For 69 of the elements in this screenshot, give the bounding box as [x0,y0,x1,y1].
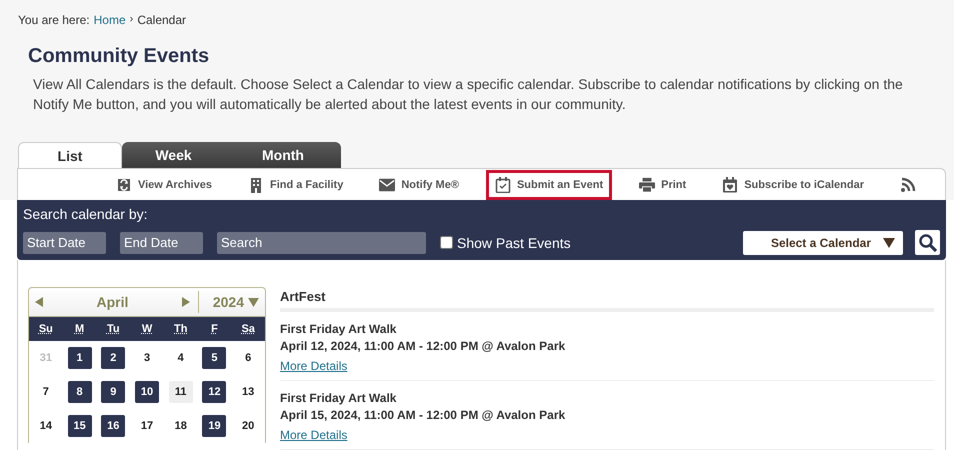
more-details-link[interactable]: More Details [280,428,348,442]
start-date-field[interactable]: Start Date [23,232,106,254]
weekday-label: M [74,323,86,335]
weekday-label: Sa [240,323,256,335]
search-heading: Search calendar by: [23,206,149,222]
caret-icon [248,298,259,306]
event-day[interactable]: 1 [68,347,92,369]
event-title: First Friday Art Walk [280,390,398,407]
breadcrumb-current: Calendar [137,13,186,27]
weekday-label: Tu [106,323,121,335]
calendar-day: 20 [236,415,260,437]
event-day[interactable]: 10 [135,381,160,403]
calendar-name: ArtFest [280,287,934,312]
breadcrumb-link[interactable]: Home [94,13,126,27]
calendar-check-icon [494,176,511,192]
event-day[interactable]: 9 [101,381,126,403]
year-select[interactable]: 2024 [198,291,259,313]
toolbar-link[interactable]: Submit an Event [486,170,612,200]
calendar-day: 7 [34,381,58,403]
page-title: Community Events [28,45,210,68]
search-field[interactable]: Search [217,232,426,254]
month-name: April [95,294,130,310]
calendar-day: 18 [168,415,193,437]
weekday-label: Th [173,323,188,335]
event-day[interactable]: 5 [202,347,226,369]
event-day[interactable]: 8 [68,381,92,403]
more-details-link[interactable]: More Details [280,359,348,373]
weekday-label: F [210,323,219,335]
envelope-icon [379,176,396,192]
show-past-label: Show Past Events [457,234,571,250]
toolbar-link[interactable]: Print [630,170,696,200]
calendar-day: 6 [236,347,260,369]
search-button[interactable] [915,230,940,255]
archive-box-icon [116,176,132,192]
breadcrumb-label: You are here: [18,13,90,27]
event-title: First Friday Art Walk [280,321,398,338]
page-description: View All Calendars is the default. Choose Select a Calendar to view a specific calendar. Subscribe to calendar notifications by clicking on the Notify Me button, and you will automatically be alerted about the latest events in our community. [33,75,904,114]
event-time: April 12, 2024, 11:00 AM - 12:00 PM @ Avalon Park [280,338,566,355]
calendar-day: 13 [236,381,260,403]
weekday-label: Su [38,323,54,335]
event-day[interactable]: 12 [202,381,226,403]
weekday-label: W [140,323,154,335]
event-day[interactable]: 19 [202,415,226,437]
toolbar-link[interactable]: Notify Me® [370,170,468,200]
calendar-day: 11 [168,381,193,403]
view-tab[interactable]: List [18,142,122,168]
calendar-select[interactable]: Select a Calendar [743,230,903,254]
event-day[interactable]: 16 [101,415,126,437]
toolbar-link[interactable]: View Archives [106,170,221,200]
previous-month-icon[interactable] [35,297,43,307]
toolbar-link[interactable]: Subscribe to iCalendar [713,170,873,200]
next-month-icon[interactable] [182,297,190,307]
view-tab[interactable]: Week [122,142,225,168]
calendar-day: 31 [34,347,58,369]
event-time: April 15, 2024, 11:00 AM - 12:00 PM @ Avalon Park [280,407,566,424]
calendar-day: 3 [135,347,160,369]
end-date-field[interactable]: End Date [120,232,203,254]
view-tab[interactable]: Month [225,142,341,168]
event-day[interactable]: 2 [101,347,126,369]
printer-icon [639,176,656,192]
calendar-day: 14 [34,415,58,437]
show-past-checkbox[interactable] [440,236,453,249]
calendar-day: 17 [135,415,160,437]
toolbar-link[interactable]: Find a Facility [238,170,352,200]
event-day[interactable]: 15 [68,415,92,437]
breadcrumb-separator: › [130,13,134,27]
rss-icon [900,176,916,192]
caret-icon [883,238,895,248]
calendar-day: 4 [168,347,193,369]
